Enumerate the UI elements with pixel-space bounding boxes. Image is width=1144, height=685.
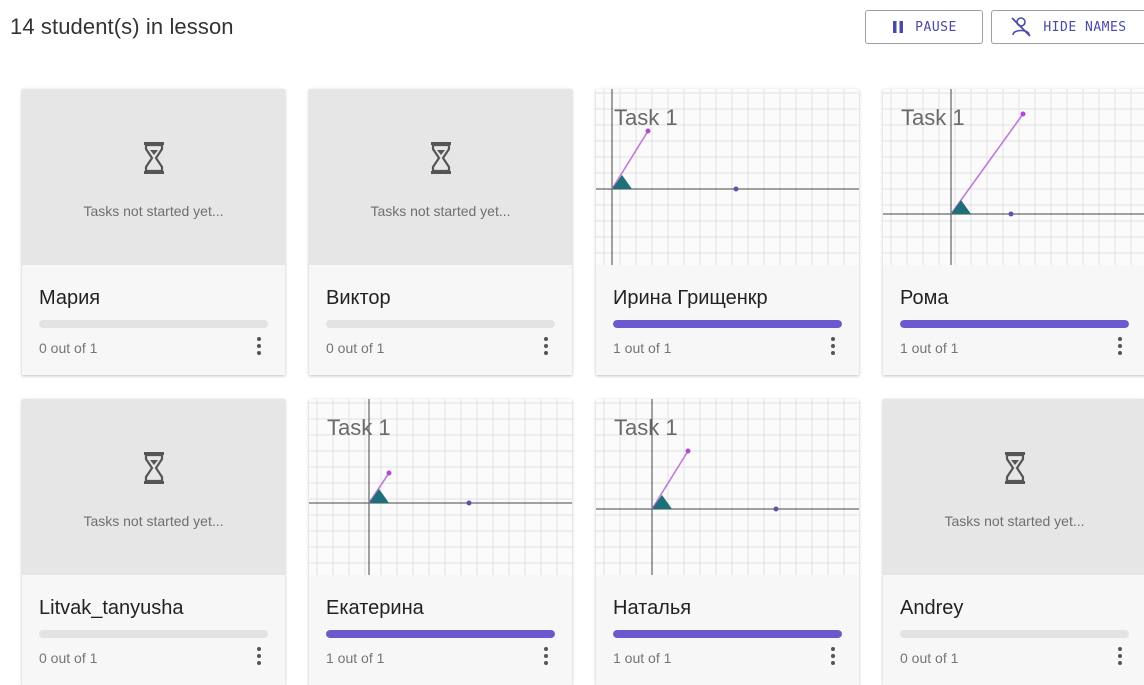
hide-names-icon: [1011, 17, 1031, 37]
progress-status: 0 out of 1: [326, 340, 385, 356]
progress-fill: [900, 320, 1129, 328]
student-card[interactable]: Tasks not started yet... Виктор 0 out of 1: [309, 89, 572, 375]
pause-button[interactable]: PAUSE: [865, 10, 983, 44]
progress-bar: [39, 320, 268, 328]
progress-status: 0 out of 1: [39, 650, 98, 666]
student-name: Ирина Грищенкр: [613, 287, 768, 309]
student-card[interactable]: Tasks not started yet... Andrey 0 out of 1: [883, 399, 1144, 685]
waiting-thumbnail: Tasks not started yet...: [22, 89, 285, 265]
task-preview-thumbnail: Task 1: [596, 89, 859, 265]
pause-icon: [893, 21, 904, 33]
waiting-text: Tasks not started yet...: [944, 513, 1085, 529]
more-options-icon[interactable]: [1114, 645, 1126, 667]
pause-label: PAUSE: [915, 19, 957, 35]
more-options-icon[interactable]: [540, 645, 552, 667]
hourglass-icon: [144, 452, 164, 484]
progress-status: 1 out of 1: [326, 650, 385, 666]
task-label: Task 1: [327, 415, 391, 440]
student-card[interactable]: Task 1 Рома 1 out of 1: [883, 89, 1144, 375]
waiting-thumbnail: Tasks not started yet...: [309, 89, 572, 265]
student-name: Екатерина: [326, 597, 424, 619]
student-name: Рома: [900, 287, 949, 309]
waiting-thumbnail: Tasks not started yet...: [883, 399, 1144, 575]
progress-fill: [613, 630, 842, 638]
progress-status: 1 out of 1: [900, 340, 959, 356]
progress-bar: [900, 320, 1129, 328]
student-name: Виктор: [326, 287, 391, 309]
student-card[interactable]: Tasks not started yet... Litvak_tanyusha 0…: [22, 399, 285, 685]
progress-status: 1 out of 1: [613, 340, 672, 356]
student-card[interactable]: Task 1 Ирина Грищенкр 1 out of 1: [596, 89, 859, 375]
student-name: Andrey: [900, 597, 964, 619]
task-preview-thumbnail: Task 1: [309, 399, 572, 575]
waiting-text: Tasks not started yet...: [83, 203, 224, 219]
student-name: Мария: [39, 287, 101, 309]
hourglass-icon: [144, 142, 164, 174]
more-options-icon[interactable]: [1114, 335, 1126, 357]
student-card[interactable]: Task 1 Екатерина 1 out of 1: [309, 399, 572, 685]
progress-bar: [900, 630, 1129, 638]
progress-fill: [613, 320, 842, 328]
progress-bar: [326, 630, 555, 638]
progress-fill: [326, 630, 555, 638]
student-card[interactable]: Task 1 Наталья 1 out of 1: [596, 399, 859, 685]
more-options-icon[interactable]: [253, 645, 265, 667]
progress-bar: [326, 320, 555, 328]
progress-bar: [39, 630, 268, 638]
more-options-icon[interactable]: [253, 335, 265, 357]
progress-status: 1 out of 1: [613, 650, 672, 666]
progress-status: 0 out of 1: [900, 650, 959, 666]
hourglass-icon: [431, 142, 451, 174]
hide-names-label: HIDE NAMES: [1043, 19, 1127, 35]
progress-status: 0 out of 1: [39, 340, 98, 356]
progress-bar: [613, 320, 842, 328]
student-card[interactable]: Tasks not started yet... Мария 0 out of 1: [22, 89, 285, 375]
task-preview-thumbnail: Task 1: [596, 399, 859, 575]
task-label: Task 1: [901, 105, 965, 130]
hourglass-icon: [1005, 452, 1025, 484]
more-options-icon[interactable]: [540, 335, 552, 357]
waiting-text: Tasks not started yet...: [83, 513, 224, 529]
hide-names-button[interactable]: HIDE NAMES: [991, 10, 1144, 44]
student-name: Litvak_tanyusha: [39, 597, 184, 619]
students-count: 14 student(s) in lesson: [10, 14, 234, 39]
more-options-icon[interactable]: [827, 335, 839, 357]
top-bar: 14 student(s) in lesson PAUSE HIDE NAMES: [0, 0, 1144, 64]
progress-bar: [613, 630, 842, 638]
task-preview-thumbnail: Task 1: [883, 89, 1144, 265]
task-label: Task 1: [614, 105, 678, 130]
student-cards-grid: Tasks not started yet... Мария 0 out of 1T…: [22, 89, 1144, 685]
more-options-icon[interactable]: [827, 645, 839, 667]
waiting-thumbnail: Tasks not started yet...: [22, 399, 285, 575]
student-name: Наталья: [613, 597, 692, 619]
waiting-text: Tasks not started yet...: [370, 203, 511, 219]
task-label: Task 1: [614, 415, 678, 440]
